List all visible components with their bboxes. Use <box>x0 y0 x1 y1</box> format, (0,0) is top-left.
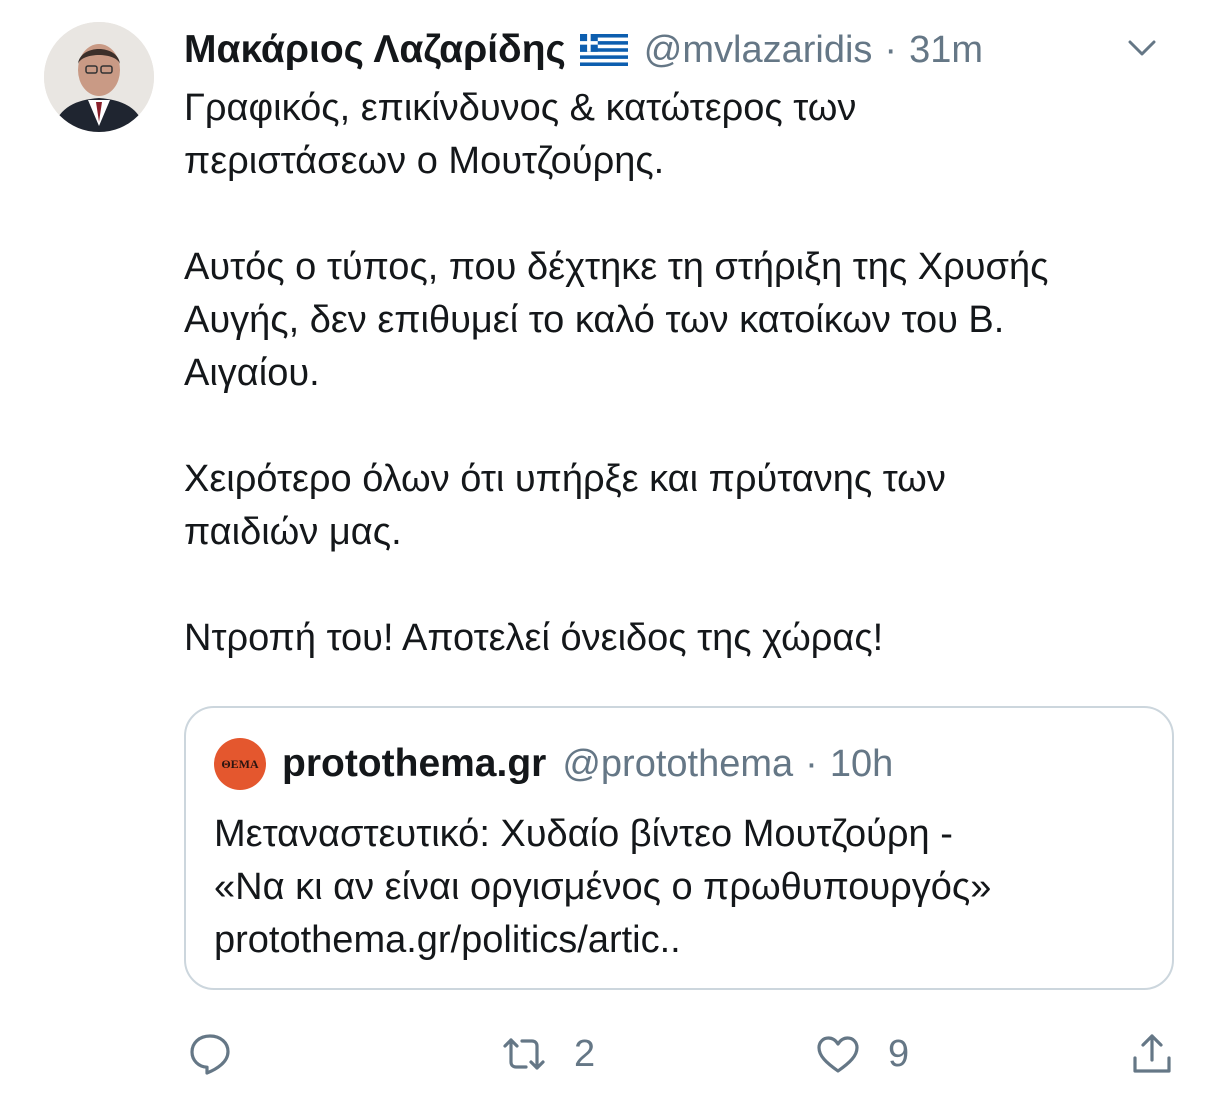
chevron-down-icon[interactable] <box>1124 30 1160 66</box>
tweet-line: Χειρότερο όλων ότι υπήρξε και πρύτανης τ… <box>184 458 946 500</box>
author-handle[interactable]: @mvlazaridis <box>644 29 873 72</box>
share-button[interactable] <box>1128 1030 1176 1078</box>
tweet-time[interactable]: 31m <box>909 29 983 72</box>
tweet-line: Αιγαίου. <box>184 352 320 394</box>
tweet-paragraph: Αυτός ο τύπος, που δέχτηκε τη στήριξη τη… <box>184 241 1194 400</box>
tweet-actions: 2 9 <box>0 1030 1222 1090</box>
tweet-paragraph: Ντροπή του! Αποτελεί όνειδος της χώρας! <box>184 612 1194 665</box>
retweet-button[interactable]: 2 <box>500 1030 595 1078</box>
quoted-author-handle[interactable]: @protothema <box>562 743 793 786</box>
separator-dot: · <box>884 28 898 71</box>
reply-icon <box>190 1034 230 1075</box>
greek-flag-icon <box>579 33 628 67</box>
tweet-paragraph: Χειρότερο όλων ότι υπήρξε και πρύτανης τ… <box>184 453 1194 559</box>
quoted-tweet-card[interactable]: ΘΕΜΑ protothema.gr @protothema · 10h Μετ… <box>184 706 1174 990</box>
quoted-tweet-line: «Να κι αν είναι οργισμένος ο πρωθυπουργό… <box>214 866 992 908</box>
like-count: 9 <box>888 1032 910 1075</box>
tweet-paragraph: Γραφικός, επικίνδυνος & κατώτερος των πε… <box>184 82 1194 188</box>
heart-icon <box>817 1036 859 1073</box>
protothema-logo[interactable]: ΘΕΜΑ <box>214 738 266 790</box>
author-name[interactable]: Μακάριος Λαζαρίδης <box>184 28 566 72</box>
quoted-tweet-link[interactable]: protothema.gr/politics/artic.. <box>214 914 1154 967</box>
tweet-line: περιστάσεων ο Μουτζούρης. <box>184 140 665 182</box>
quoted-author-name[interactable]: protothema.gr <box>282 742 546 786</box>
quoted-tweet-line: Μεταναστευτικό: Χυδαίο βίντεο Μουτζούρη … <box>214 813 953 855</box>
quoted-tweet-text: Μεταναστευτικό: Χυδαίο βίντεο Μουτζούρη … <box>214 808 1154 967</box>
like-button[interactable]: 9 <box>814 1030 909 1078</box>
share-icon <box>1133 1034 1171 1073</box>
tweet-header: Μακάριος Λαζαρίδης @mvlazaridis · 31m <box>184 22 1182 78</box>
tweet-line: Ντροπή του! Αποτελεί όνειδος της χώρας! <box>184 617 884 659</box>
profile-photo <box>44 22 154 132</box>
tweet-line: παιδιών μας. <box>184 511 402 553</box>
retweet-count: 2 <box>574 1032 596 1075</box>
tweet-line: Αυτός ο τύπος, που δέχτηκε τη στήριξη τη… <box>184 246 1049 288</box>
separator-dot: · <box>805 742 818 785</box>
tweet-line: Αυγής, δεν επιθυμεί το καλό των κατοίκων… <box>184 299 1005 341</box>
retweet-icon <box>503 1038 545 1070</box>
quoted-tweet-header: ΘΕΜΑ protothema.gr @protothema · 10h <box>214 738 893 790</box>
tweet-line: Γραφικός, επικίνδυνος & κατώτερος των <box>184 87 857 129</box>
avatar[interactable] <box>44 22 154 132</box>
tweet-text: Γραφικός, επικίνδυνος & κατώτερος των πε… <box>184 82 1194 665</box>
reply-button[interactable] <box>186 1030 234 1078</box>
quoted-tweet-time[interactable]: 10h <box>830 743 893 786</box>
